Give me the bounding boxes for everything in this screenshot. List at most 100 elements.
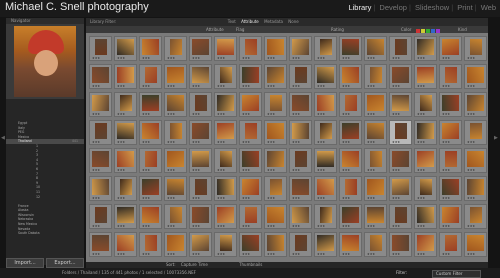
rating-stars-icon[interactable]: ★★★ — [142, 252, 150, 256]
rating-stars-icon[interactable]: ★★★ — [292, 196, 300, 200]
rating-stars-icon[interactable]: ★★★ — [392, 56, 400, 60]
thumbnail-cell[interactable]: ★★★ — [339, 64, 362, 89]
rating-stars-icon[interactable]: ★★★ — [142, 224, 150, 228]
rating-stars-icon[interactable]: ★★★ — [367, 56, 375, 60]
rating-stars-icon[interactable]: ★★★ — [92, 196, 100, 200]
thumbnail-cell[interactable]: ★★★ — [114, 36, 137, 61]
rating-stars-icon[interactable]: ★★★ — [242, 224, 250, 228]
rating-stars-icon[interactable]: ★★★ — [192, 140, 200, 144]
rating-stars-icon[interactable]: ★★★ — [317, 168, 325, 172]
thumbnail-cell[interactable]: ★★★ — [339, 120, 362, 145]
thumbnail-cell[interactable]: ★★★ — [164, 204, 187, 229]
thumbnail-cell[interactable]: ★★★ — [414, 204, 437, 229]
rating-stars-icon[interactable]: ★★★ — [467, 252, 475, 256]
thumbnail-cell[interactable]: ★★★ — [239, 232, 262, 257]
rating-stars-icon[interactable]: ★★★ — [142, 84, 150, 88]
thumbnail-cell[interactable]: ★★★ — [164, 64, 187, 89]
thumbnail-cell[interactable]: ★★★ — [364, 204, 387, 229]
thumbnail-cell[interactable]: ★★★ — [264, 176, 287, 201]
thumbnail-cell[interactable]: ★★★ — [264, 148, 287, 173]
thumbnail-cell[interactable]: ★★★ — [114, 148, 137, 173]
rating-stars-icon[interactable]: ★★★ — [392, 84, 400, 88]
module-slideshow[interactable]: Slideshow — [415, 3, 449, 12]
rating-stars-icon[interactable]: ★★★ — [167, 140, 175, 144]
thumbnail-cell[interactable]: ★★★ — [289, 120, 312, 145]
rating-stars-icon[interactable]: ★★★ — [192, 112, 200, 116]
rating-stars-icon[interactable]: ★★★ — [292, 252, 300, 256]
thumbnail-cell[interactable]: ★★★ — [339, 92, 362, 117]
thumbnail-cell[interactable]: ★★★ — [264, 120, 287, 145]
rating-stars-icon[interactable]: ★★★ — [217, 196, 225, 200]
rating-stars-icon[interactable]: ★★★ — [292, 224, 300, 228]
rating-stars-icon[interactable]: ★★★ — [242, 56, 250, 60]
thumbnail-cell[interactable]: ★★★ — [439, 120, 462, 145]
thumbnail-cell[interactable]: ★★★ — [89, 176, 112, 201]
thumbnail-cell[interactable]: ★★★ — [189, 36, 212, 61]
thumbnail-cell[interactable]: ★★★ — [339, 232, 362, 257]
rating-stars-icon[interactable]: ★★★ — [417, 196, 425, 200]
thumbnail-cell[interactable]: ★★★ — [389, 232, 412, 257]
thumbnail-cell[interactable]: ★★★ — [214, 120, 237, 145]
rating-stars-icon[interactable]: ★★★ — [92, 168, 100, 172]
thumbnail-cell[interactable]: ★★★ — [289, 92, 312, 117]
thumbnail-cell[interactable]: ★★★ — [189, 232, 212, 257]
thumbnail-cell[interactable]: ★★★ — [389, 120, 412, 145]
thumbnail-cell[interactable]: ★★★ — [364, 232, 387, 257]
thumbnail-cell[interactable]: ★★★ — [389, 92, 412, 117]
thumbnail-cell[interactable]: ★★★ — [439, 232, 462, 257]
rating-stars-icon[interactable]: ★★★ — [417, 168, 425, 172]
thumbnail-cell[interactable]: ★★★ — [414, 64, 437, 89]
thumbnail-cell[interactable]: ★★★ — [114, 92, 137, 117]
thumbnail-cell[interactable]: ★★★ — [139, 92, 162, 117]
thumbnail-cell[interactable]: ★★★ — [364, 148, 387, 173]
rating-stars-icon[interactable]: ★★★ — [442, 168, 450, 172]
color-swatches[interactable] — [416, 27, 441, 34]
thumbnail-cell[interactable]: ★★★ — [264, 64, 287, 89]
rating-stars-icon[interactable]: ★★★ — [392, 252, 400, 256]
thumbnail-cell[interactable]: ★★★ — [239, 148, 262, 173]
thumbnail-cell[interactable]: ★★★ — [139, 120, 162, 145]
rating-stars-icon[interactable]: ★★★ — [267, 252, 275, 256]
rating-stars-icon[interactable]: ★★★ — [217, 84, 225, 88]
rating-stars-icon[interactable]: ★★★ — [442, 56, 450, 60]
rating-stars-icon[interactable]: ★★★ — [317, 224, 325, 228]
rating-stars-icon[interactable]: ★★★ — [217, 168, 225, 172]
rating-stars-icon[interactable]: ★★★ — [417, 140, 425, 144]
rating-stars-icon[interactable]: ★★★ — [167, 112, 175, 116]
rating-stars-icon[interactable]: ★★★ — [392, 140, 400, 144]
rating-stars-icon[interactable]: ★★★ — [342, 252, 350, 256]
rating-stars-icon[interactable]: ★★★ — [117, 140, 125, 144]
thumbnail-cell[interactable]: ★★★ — [214, 36, 237, 61]
rating-stars-icon[interactable]: ★★★ — [242, 84, 250, 88]
rating-stars-icon[interactable]: ★★★ — [442, 196, 450, 200]
filter-attribute-tab[interactable]: Attribute — [241, 19, 259, 24]
rating-stars-icon[interactable]: ★★★ — [292, 56, 300, 60]
rating-stars-icon[interactable]: ★★★ — [417, 56, 425, 60]
thumbnail-cell[interactable]: ★★★ — [264, 36, 287, 61]
thumbnail-cell[interactable]: ★★★ — [289, 232, 312, 257]
rating-stars-icon[interactable]: ★★★ — [192, 168, 200, 172]
rating-stars-icon[interactable]: ★★★ — [92, 112, 100, 116]
thumbnail-cell[interactable]: ★★★ — [114, 232, 137, 257]
rating-stars-icon[interactable]: ★★★ — [142, 140, 150, 144]
thumbnail-cell[interactable]: ★★★ — [189, 176, 212, 201]
rating-stars-icon[interactable]: ★★★ — [292, 168, 300, 172]
thumbnail-cell[interactable]: ★★★ — [389, 176, 412, 201]
rating-stars-icon[interactable]: ★★★ — [142, 56, 150, 60]
thumbnail-cell[interactable]: ★★★ — [464, 36, 487, 61]
rating-stars-icon[interactable]: ★★★ — [242, 168, 250, 172]
thumbnail-cell[interactable]: ★★★ — [289, 36, 312, 61]
thumbnail-cell[interactable]: ★★★ — [114, 120, 137, 145]
thumbnail-cell[interactable]: ★★★ — [364, 64, 387, 89]
rating-stars-icon[interactable]: ★★★ — [417, 112, 425, 116]
rating-stars-icon[interactable]: ★★★ — [317, 84, 325, 88]
rating-stars-icon[interactable]: ★★★ — [142, 168, 150, 172]
thumbnail-cell[interactable]: ★★★ — [439, 176, 462, 201]
thumbnail-cell[interactable]: ★★★ — [89, 148, 112, 173]
rating-stars-icon[interactable]: ★★★ — [392, 168, 400, 172]
rating-stars-icon[interactable]: ★★★ — [242, 112, 250, 116]
rating-stars-icon[interactable]: ★★★ — [117, 252, 125, 256]
thumbnail-cell[interactable]: ★★★ — [164, 232, 187, 257]
thumbnail-cell[interactable]: ★★★ — [289, 204, 312, 229]
rating-stars-icon[interactable]: ★★★ — [117, 196, 125, 200]
